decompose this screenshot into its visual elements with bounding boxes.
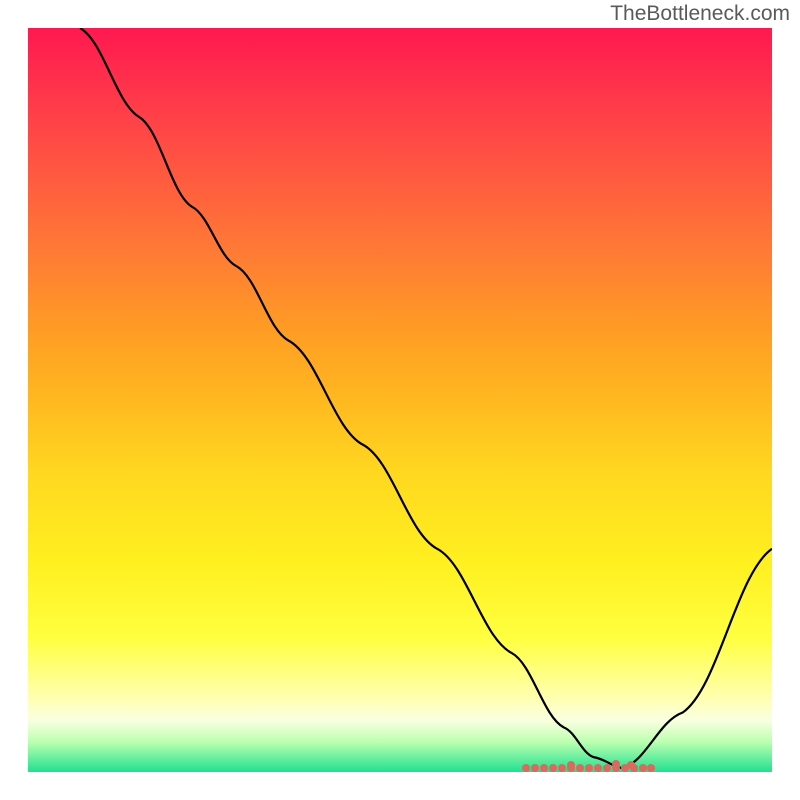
optimal-dot [639,764,647,772]
optimal-dot [558,764,566,772]
chart-container: TheBottleneck.com [0,0,800,800]
optimal-dot [603,764,611,772]
optimal-dot [540,764,548,772]
optimal-dot [522,764,530,772]
curve-path [80,28,772,768]
optimal-dot [549,764,557,772]
chart-plot-area [28,28,772,772]
optimal-dot [612,760,620,768]
watermark-text: TheBottleneck.com [610,2,790,26]
optimal-dot [594,764,602,772]
optimal-dot [585,764,593,772]
optimal-dot [627,761,635,769]
optimal-dot [647,764,655,772]
line-curve [28,28,772,772]
optimal-dots [28,752,772,772]
optimal-dot [531,764,539,772]
optimal-dot [576,764,584,772]
